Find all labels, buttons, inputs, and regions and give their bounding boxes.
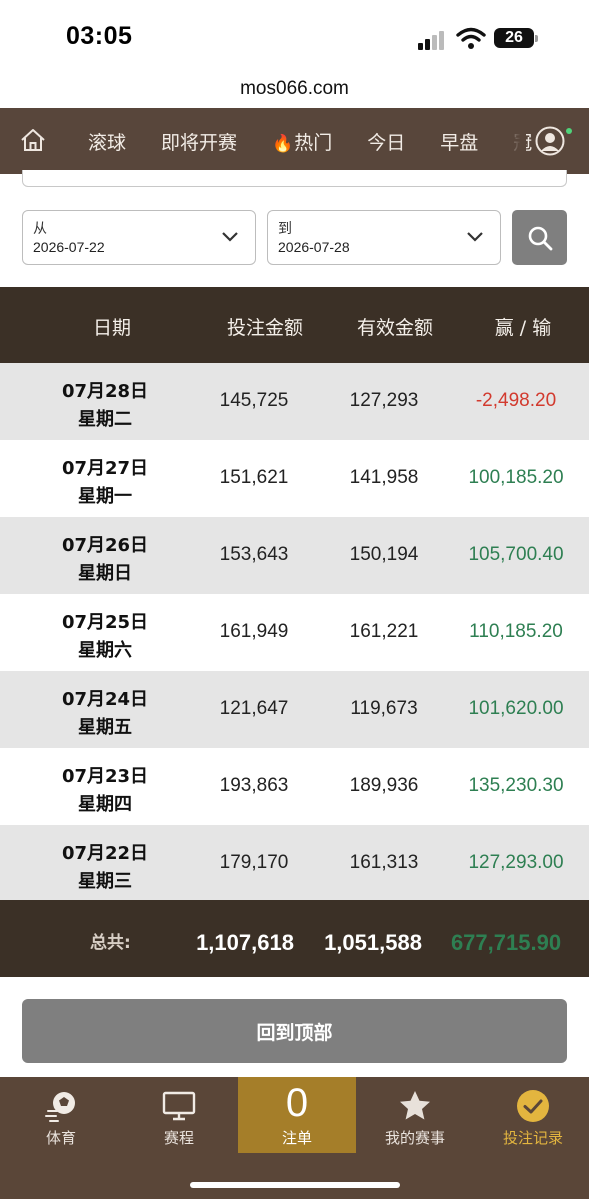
row-bet-amount: 145,725 <box>219 390 289 411</box>
nav-fade <box>498 108 526 174</box>
row-valid-amount: 119,673 <box>350 698 418 719</box>
row-win-loss: 110,185.20 <box>469 621 563 642</box>
row-win-loss: 135,230.30 <box>468 775 564 796</box>
row-date: 07月27日 <box>61 458 149 479</box>
row-weekday: 星期二 <box>78 409 132 430</box>
total-label: 总共: <box>90 933 131 953</box>
column-header-date: 日期 <box>92 317 132 339</box>
from-date-label: 从 <box>33 221 47 237</box>
status-time: 03:05 <box>66 22 133 50</box>
tab-sports-label: 体育 <box>45 1129 76 1147</box>
table-header: 日期 投注金额 有效金额 赢 / 输 <box>0 287 589 363</box>
row-weekday: 星期日 <box>78 563 132 584</box>
tab-sports[interactable]: 体育 <box>2 1077 120 1153</box>
to-date-label: 到 <box>278 221 292 237</box>
online-status-dot <box>566 128 572 134</box>
to-date-select[interactable]: 到 2026-07-28 <box>267 210 501 265</box>
nav-tab-today[interactable]: 今日 <box>367 128 405 155</box>
to-date-value: 2026-07-28 <box>278 239 350 255</box>
row-win-loss: -2,498.20 <box>475 390 557 411</box>
row-valid-amount: 150,194 <box>349 544 419 565</box>
from-date-select[interactable]: 从 2026-07-22 <box>22 210 256 265</box>
battery-indicator: 26 <box>494 28 538 48</box>
tab-my-events[interactable]: 我的赛事 <box>356 1077 474 1153</box>
chevron-down-icon <box>467 232 483 242</box>
total-valid-amount: 1,051,588 <box>324 930 422 955</box>
wifi-icon <box>456 27 486 49</box>
tab-schedule-label: 赛程 <box>163 1129 194 1147</box>
row-bet-amount: 161,949 <box>219 621 289 642</box>
star-icon <box>400 1091 430 1120</box>
nav-tab-upcoming[interactable]: 即将开赛 <box>161 128 237 155</box>
bet-slip-count: 0 <box>285 1081 309 1125</box>
table-row: 07月28日 星期二 145,725 127,293 -2,498.20 <box>0 363 589 440</box>
nav-tab-live[interactable]: 滚球 <box>88 128 126 155</box>
check-circle-icon <box>517 1090 549 1122</box>
row-bet-amount: 153,643 <box>219 544 289 565</box>
filter-select[interactable] <box>22 170 567 187</box>
monitor-icon <box>162 1091 196 1121</box>
tab-bet-slip-label: 注单 <box>281 1129 312 1147</box>
row-win-loss: 101,620.00 <box>468 698 564 719</box>
row-win-loss: 127,293.00 <box>468 852 564 873</box>
row-bet-amount: 121,647 <box>219 698 289 719</box>
column-header-win-loss: 赢 / 输 <box>494 317 552 339</box>
row-valid-amount: 141,958 <box>349 467 419 488</box>
row-date: 07月28日 <box>61 381 149 402</box>
tab-bet-history[interactable]: 投注记录 <box>474 1077 589 1153</box>
row-date: 07月25日 <box>61 612 149 633</box>
total-bet-amount: 1,107,618 <box>196 930 294 955</box>
search-icon <box>528 226 552 250</box>
search-button[interactable] <box>512 210 567 265</box>
table-row: 07月22日 星期三 179,170 161,313 127,293.00 <box>0 825 589 902</box>
row-valid-amount: 189,936 <box>349 775 419 796</box>
row-date: 07月22日 <box>61 843 149 864</box>
row-win-loss: 100,185.20 <box>468 467 564 488</box>
row-weekday: 星期五 <box>78 717 132 738</box>
row-win-loss: 105,700.40 <box>468 544 564 565</box>
chevron-down-icon <box>222 232 238 242</box>
tab-bet-slip[interactable]: 0 注单 <box>238 1077 356 1153</box>
table-row: 07月27日 星期一 151,621 141,958 100,185.20 <box>0 440 589 517</box>
row-valid-amount: 161,313 <box>349 852 419 873</box>
browser-url[interactable]: mos066.com <box>0 70 589 108</box>
table-row: 07月24日 星期五 121,647 119,673 101,620.00 <box>0 671 589 748</box>
status-bar: 03:05 26 <box>0 0 589 70</box>
row-valid-amount: 161,221 <box>349 621 419 642</box>
back-to-top-button[interactable]: 回到顶部 <box>22 999 567 1063</box>
bottom-tab-bar: 体育 赛程 0 注单 我的赛事 投注记录 <box>0 1077 589 1199</box>
tab-schedule[interactable]: 赛程 <box>120 1077 238 1153</box>
row-weekday: 星期六 <box>78 640 132 661</box>
top-nav: 滚球 即将开赛 🔥热门 今日 早盘 冠 <box>0 108 589 174</box>
row-bet-amount: 179,170 <box>219 852 289 873</box>
cellular-signal-icon <box>418 30 448 50</box>
table-row: 07月26日 星期日 153,643 150,194 105,700.40 <box>0 517 589 594</box>
total-win-loss: 677,715.90 <box>450 930 562 955</box>
row-weekday: 星期一 <box>78 486 132 507</box>
column-header-bet-amount: 投注金额 <box>226 317 304 339</box>
soccer-ball-icon <box>45 1092 75 1122</box>
table-row: 07月23日 星期四 193,863 189,936 135,230.30 <box>0 748 589 825</box>
home-icon[interactable] <box>20 127 46 153</box>
row-date: 07月24日 <box>61 689 149 710</box>
tab-my-events-label: 我的赛事 <box>384 1129 445 1147</box>
row-date: 07月23日 <box>61 766 149 787</box>
row-bet-amount: 193,863 <box>219 775 289 796</box>
total-row: 总共: 1,107,618 1,051,588 677,715.90 <box>0 900 589 977</box>
tab-bet-history-label: 投注记录 <box>502 1129 563 1147</box>
home-indicator <box>190 1182 400 1188</box>
row-bet-amount: 151,621 <box>219 467 289 488</box>
table-row: 07月25日 星期六 161,949 161,221 110,185.20 <box>0 594 589 671</box>
user-avatar-icon[interactable] <box>535 126 565 156</box>
nav-tab-hot[interactable]: 🔥热门 <box>272 128 332 155</box>
from-date-value: 2026-07-22 <box>33 239 105 255</box>
column-header-valid-amount: 有效金额 <box>356 317 434 339</box>
row-weekday: 星期四 <box>78 794 132 815</box>
row-weekday: 星期三 <box>78 871 132 892</box>
row-valid-amount: 127,293 <box>349 390 419 411</box>
row-date: 07月26日 <box>61 535 149 556</box>
nav-tab-early[interactable]: 早盘 <box>440 128 478 155</box>
flame-icon: 🔥 <box>272 133 294 154</box>
